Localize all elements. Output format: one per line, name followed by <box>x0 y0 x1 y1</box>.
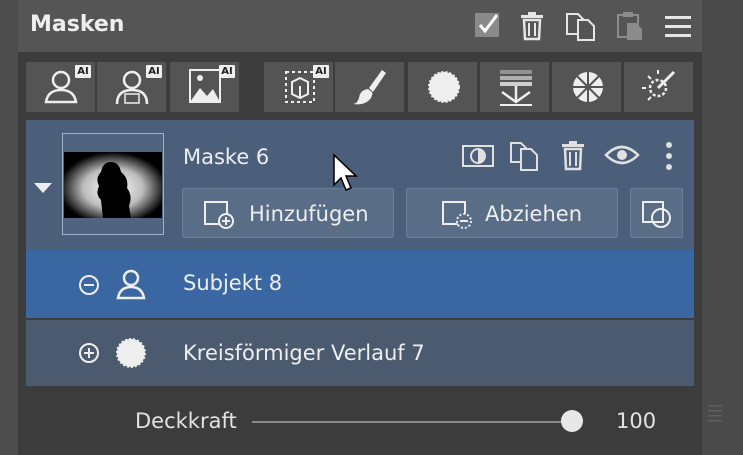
brush-tool[interactable] <box>335 62 405 112</box>
component-label: Subjekt 8 <box>183 271 283 295</box>
panel-title: Masken <box>30 12 125 37</box>
add-button-label: Hinzufügen <box>249 202 369 226</box>
mask-name: Maske 6 <box>183 145 270 169</box>
magic-wand-tool[interactable] <box>624 62 694 112</box>
checkbox-checked-icon[interactable] <box>472 8 504 42</box>
radial-icon <box>114 336 148 374</box>
subtract-button[interactable]: Abziehen <box>406 188 618 238</box>
ai-badge: AI <box>75 65 91 78</box>
invert-mask-icon[interactable] <box>461 140 495 174</box>
trash-icon[interactable] <box>516 8 548 42</box>
copy-icon[interactable] <box>564 8 596 42</box>
subject-icon <box>114 266 148 306</box>
resize-grip-icon[interactable] <box>708 402 722 424</box>
mouse-cursor-icon <box>332 153 360 197</box>
more-vertical-icon[interactable] <box>663 140 675 176</box>
mask-thumbnail[interactable] <box>62 133 164 235</box>
intersect-mask-icon <box>641 200 673 234</box>
person-ai-tool[interactable]: AI <box>97 62 167 112</box>
ai-badge: AI <box>313 65 329 78</box>
eye-icon[interactable] <box>604 142 640 172</box>
component-label: Kreisförmiger Verlauf 7 <box>183 341 425 365</box>
collapse-arrow-icon[interactable] <box>34 180 52 199</box>
opacity-slider-track[interactable] <box>252 421 572 423</box>
app-background-left <box>0 0 18 455</box>
component-row-radial[interactable]: Kreisförmiger Verlauf 7 <box>26 320 694 386</box>
intersect-button[interactable] <box>630 188 683 238</box>
panel-header: Masken <box>18 0 702 52</box>
subtract-mode-icon[interactable] <box>78 274 100 300</box>
radial-gradient-tool[interactable] <box>408 62 478 112</box>
object-select-ai-tool[interactable]: AI <box>264 62 334 112</box>
ai-badge: AI <box>146 65 162 78</box>
trash-icon[interactable] <box>559 138 587 176</box>
subtract-button-label: Abziehen <box>485 202 583 226</box>
add-mask-icon <box>203 200 235 234</box>
landscape-ai-tool[interactable]: AI <box>170 62 240 112</box>
subject-ai-tool[interactable]: AI <box>26 62 96 112</box>
ai-badge: AI <box>219 65 235 78</box>
paste-icon[interactable] <box>614 8 646 42</box>
hamburger-menu-icon[interactable] <box>662 8 694 42</box>
opacity-slider-thumb[interactable] <box>561 410 583 432</box>
linear-gradient-tool[interactable] <box>480 62 550 112</box>
opacity-value: 100 <box>616 409 657 433</box>
color-wheel-tool[interactable] <box>552 62 622 112</box>
opacity-label: Deckkraft <box>135 409 237 433</box>
add-mode-icon[interactable] <box>78 342 100 368</box>
scrollbar-area[interactable] <box>702 0 743 455</box>
duplicate-icon[interactable] <box>508 140 542 176</box>
component-row-subject[interactable]: Subjekt 8 <box>26 250 694 318</box>
subtract-mask-icon <box>441 200 473 234</box>
add-button[interactable]: Hinzufügen <box>182 188 394 238</box>
